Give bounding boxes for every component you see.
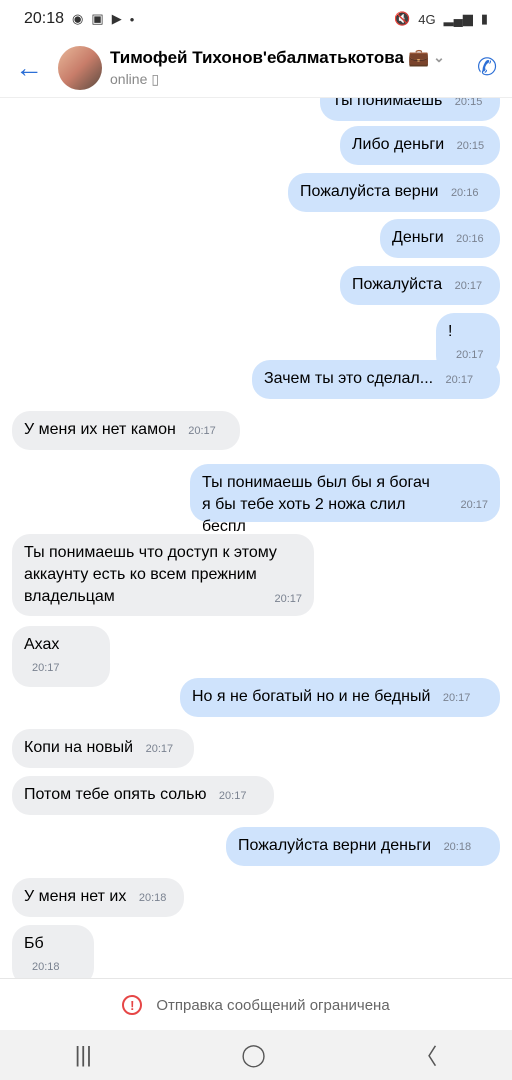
avatar[interactable] (58, 45, 102, 90)
message-time: 20:15 (456, 140, 485, 152)
message-time: 20:17 (460, 499, 488, 511)
recent-apps-icon[interactable]: ||| (75, 1042, 92, 1068)
message-text: У меня их нет камон (24, 421, 176, 438)
message-text: Пожалуйста верни деньги (238, 837, 432, 854)
message-text: ! (448, 323, 453, 340)
dot-icon: • (129, 11, 135, 27)
contact-name: Тимофей Тихонов'ебалматькотова (110, 47, 404, 67)
restricted-text: Отправка сообщений ограничена (156, 996, 390, 1014)
message-outgoing[interactable]: Ты понимаешь был бы я богач я бы тебе хо… (190, 464, 500, 535)
message-text: Но я не богатый но и не бедный (192, 688, 431, 705)
message-text: Деньги (392, 229, 444, 246)
message-outgoing[interactable]: Пожалуйста верни 20:16 (288, 173, 500, 212)
message-time: 20:18 (138, 892, 167, 904)
message-outgoing[interactable]: Пожалуйста верни деньги 20:18 (226, 827, 500, 866)
home-icon[interactable]: ◯ (241, 1042, 266, 1068)
message-text: Пожалуйста (352, 276, 443, 293)
system-nav-bar: ||| ◯ 〈 (0, 1030, 512, 1080)
youtube-icon: ▶ (111, 11, 122, 26)
message-time: 20:17 (218, 790, 247, 802)
message-outgoing[interactable]: Ты понимаешь 20:15 (320, 98, 500, 121)
restricted-notice: ! Отправка сообщений ограничена (0, 978, 512, 1031)
message-time: 20:18 (443, 841, 472, 853)
chat-area[interactable]: Ты понимаешь 20:15 Либо деньги 20:15 Пож… (0, 98, 512, 978)
message-outgoing[interactable]: Пожалуйста 20:17 (340, 266, 500, 305)
message-text: Ты понимаешь что доступ к этому аккаунту… (24, 544, 277, 605)
network-label: 4G (418, 11, 436, 27)
warning-icon: ! (122, 995, 143, 1015)
message-time: 20:18 (32, 961, 60, 973)
rss-icon: ◉ (72, 11, 84, 26)
message-time: 20:17 (442, 692, 471, 704)
message-incoming[interactable]: Бб 20:18 (12, 925, 94, 978)
chat-header: ← Тимофей Тихонов'ебалматькотова 💼 ⌄ onl… (0, 38, 512, 98)
message-text: Ахах (24, 636, 60, 653)
message-text: Либо деньги (352, 136, 445, 153)
message-incoming[interactable]: У меня нет их 20:18 (12, 878, 184, 917)
message-text: Ты понимаешь (332, 98, 443, 109)
message-incoming[interactable]: Потом тебе опять солью 20:17 (12, 776, 274, 815)
message-text: Копи на новый (24, 739, 134, 756)
message-text: Пожалуйста верни (300, 183, 439, 200)
message-text: Бб (24, 935, 44, 952)
message-time: 20:15 (454, 98, 483, 108)
mute-icon: 🔇 (394, 11, 411, 26)
message-time: 20:17 (445, 374, 474, 386)
online-status-row: online ▯ (110, 71, 462, 88)
message-outgoing[interactable]: Либо деньги 20:15 (340, 126, 500, 165)
battery-icon: ▮ (480, 11, 488, 26)
message-text: У меня нет их (24, 888, 127, 905)
briefcase-icon: 💼 (407, 47, 430, 67)
message-text: Ты понимаешь был бы я богач я бы тебе хо… (202, 474, 430, 535)
message-text: Зачем ты это сделал... (264, 370, 434, 387)
message-incoming[interactable]: Копи на новый 20:17 (12, 729, 194, 768)
online-status: online (110, 71, 148, 87)
status-bar: 20:18 ◉ ▣ ▶ • 🔇 4G ▂▄▆ ▮ (0, 0, 512, 38)
message-time: 20:17 (188, 425, 216, 437)
message-outgoing[interactable]: Зачем ты это сделал... 20:17 (252, 360, 500, 399)
signal-icon: ▂▄▆ (443, 11, 473, 26)
back-nav-icon[interactable]: 〈 (415, 1039, 437, 1071)
message-text: Потом тебе опять солью (24, 786, 207, 803)
back-arrow-icon[interactable]: ← (0, 52, 58, 84)
message-incoming[interactable]: У меня их нет камон 20:17 (12, 411, 240, 450)
message-time: 20:16 (450, 187, 479, 199)
contact-info[interactable]: Тимофей Тихонов'ебалматькотова 💼 ⌄ onlin… (110, 48, 462, 88)
chevron-down-icon[interactable]: ⌄ (433, 49, 445, 66)
gallery-icon: ▣ (91, 11, 104, 26)
mobile-icon: ▯ (151, 70, 160, 87)
message-outgoing[interactable]: Деньги 20:16 (380, 219, 500, 258)
message-time: 20:17 (454, 280, 483, 292)
contact-name-row[interactable]: Тимофей Тихонов'ебалматькотова 💼 ⌄ (110, 48, 462, 68)
phone-icon[interactable]: ✆ (462, 53, 512, 82)
message-time: 20:17 (32, 662, 60, 674)
message-incoming[interactable]: Ахах 20:17 (12, 626, 110, 687)
message-incoming[interactable]: Ты понимаешь что доступ к этому аккаунту… (12, 534, 314, 616)
message-time: 20:17 (145, 743, 174, 755)
status-time: 20:18 (24, 10, 65, 27)
message-time: 20:16 (456, 233, 484, 245)
message-outgoing[interactable]: Но я не богатый но и не бедный 20:17 (180, 678, 500, 717)
message-time: 20:17 (274, 593, 302, 605)
